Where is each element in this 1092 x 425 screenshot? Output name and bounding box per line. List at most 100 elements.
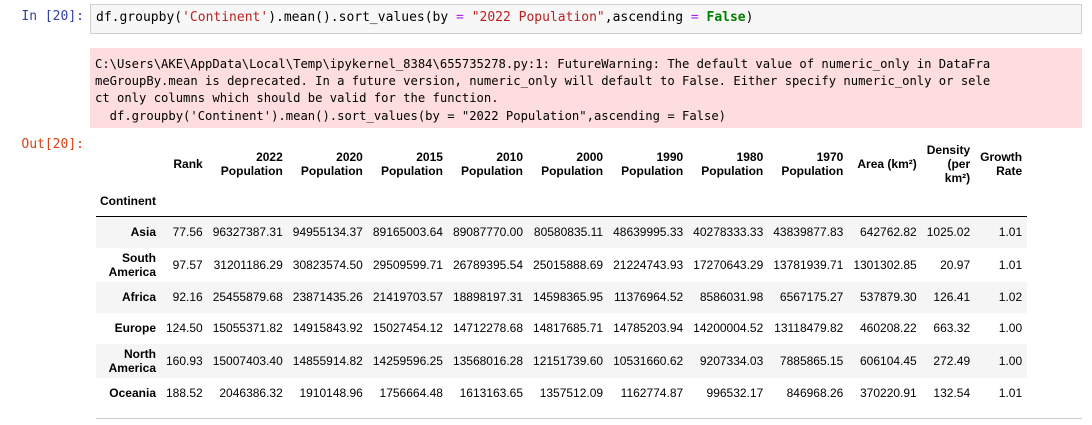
row-index-text: Oceania (109, 386, 156, 400)
table-cell: 370220.91 (860, 386, 917, 400)
table-cell: 13118479.82 (774, 321, 844, 335)
row-index-label: Oceania (96, 378, 161, 409)
table-cell: 1.00 (998, 321, 1023, 335)
table-cell: 7885865.15 (779, 353, 844, 368)
code-token: ) (745, 10, 754, 25)
code-operator: = (690, 10, 699, 25)
table-cell: 25015888.69 (533, 257, 604, 272)
column-header-text: Population (621, 164, 684, 178)
table-cell: 97.57 (172, 257, 203, 272)
row-index-label: South America (96, 248, 161, 282)
table-cell: 15027454.12 (372, 321, 443, 335)
table-cell: 21224743.93 (613, 257, 684, 272)
row-index-text: Asia (130, 225, 156, 240)
warning-line: df.groupby('Continent').mean().sort_valu… (95, 108, 727, 123)
table-cell: 14200004.52 (693, 321, 764, 335)
table-cell: 14855914.82 (292, 353, 363, 368)
table-cell: 1910148.96 (299, 386, 363, 400)
column-header-text: Population (461, 164, 524, 178)
table-row: Africa 92.16 25455879.68 23871435.26 2141970… (96, 281, 1028, 313)
table-cell: 1301302.85 (853, 257, 917, 272)
column-header: Area (km²) (848, 142, 921, 186)
table-cell: 537879.30 (860, 290, 917, 304)
table-cell: 80580835.11 (533, 225, 604, 240)
table-cell: 77.56 (172, 225, 203, 240)
column-header: 1980 Population (688, 142, 768, 186)
column-header: 2015 Population (368, 142, 448, 186)
column-header-text: 2020 (336, 150, 363, 164)
table-cell: 1.01 (998, 257, 1023, 272)
table-cell: 1756664.48 (379, 386, 443, 400)
column-header-text: Population (541, 164, 604, 178)
code-token: ,ascending (604, 10, 691, 25)
table-cell: 29509599.71 (372, 257, 443, 272)
code-token: df.groupby( (96, 10, 183, 25)
code-operator: = (456, 10, 464, 25)
column-header: 2020 Population (288, 142, 368, 186)
column-header-text: Population (300, 164, 363, 178)
column-header-text: 2000 (576, 150, 604, 164)
table-cell: 31201186.29 (213, 257, 283, 272)
code-input-cell[interactable]: df.groupby('Continent').mean().sort_valu… (90, 4, 1082, 34)
table-cell: 14712278.68 (452, 321, 524, 335)
table-cell: 14785203.94 (613, 321, 684, 335)
table-cell: 14598365.95 (533, 290, 604, 304)
column-header-text: Growth (980, 150, 1023, 164)
column-header-text: 2022 (256, 150, 283, 164)
row-index-label: North America (96, 344, 161, 378)
row-index-text: America (108, 264, 156, 279)
table-cell: 18898197.31 (452, 290, 524, 304)
table-cell: 9207334.03 (699, 353, 764, 368)
table-cell: 6567175.27 (779, 290, 844, 304)
column-header-text: Population (701, 164, 764, 178)
table-cell: 17270643.29 (693, 257, 764, 272)
column-header-text: Rank (173, 157, 203, 171)
table-cell: 124.50 (166, 321, 203, 335)
column-header: Rank (161, 142, 208, 186)
table-cell: 1357512.09 (539, 386, 604, 400)
column-header-text: Density (926, 143, 971, 157)
row-index-text: South (122, 250, 156, 265)
stderr-warning-output: C:\Users\AKE\AppData\Local\Temp\ipykerne… (90, 48, 1082, 128)
table-cell: 14915843.92 (292, 321, 363, 335)
table-cell: 43839877.83 (773, 225, 844, 240)
column-header-row: Rank 2022 Population 2020 Population 2015 Popu… (96, 142, 1027, 186)
table-cell: 1.00 (998, 353, 1023, 368)
table-cell: 89087770.00 (452, 225, 524, 240)
table-cell: 25455879.68 (212, 290, 283, 304)
row-index-label: Europe (96, 313, 161, 344)
table-cell: 15007403.40 (212, 353, 283, 368)
table-cell: 1025.02 (926, 225, 971, 240)
table-cell: 1.01 (998, 386, 1023, 400)
table-cell: 8586031.98 (699, 290, 764, 304)
table-cell: 26789395.54 (452, 257, 524, 272)
dataframe-table: Rank 2022 Population 2020 Population 2015 Popu… (96, 142, 1028, 409)
table-cell: 30823574.50 (292, 257, 363, 272)
column-header-text: 1970 (816, 150, 844, 164)
table-cell: 1162774.87 (620, 386, 684, 400)
column-header-text: 1990 (656, 150, 684, 164)
table-cell: 14817685.71 (533, 321, 604, 335)
output-prompt: Out[20]: (21, 137, 84, 152)
column-header-text: Rate (996, 164, 1023, 178)
table-cell: 48639995.33 (613, 225, 684, 240)
table-cell: 132.54 (933, 386, 971, 400)
table-cell: 92.16 (172, 290, 203, 304)
row-index-text: Europe (114, 321, 156, 335)
table-row: Oceania 188.52 2046386.32 1910148.96 1756664… (96, 378, 1027, 409)
table-cell: 1.01 (998, 225, 1023, 240)
table-cell: 23871435.26 (292, 290, 363, 304)
column-header-text: 2010 (496, 150, 524, 164)
column-header: 2010 Population (448, 142, 528, 186)
index-name-row: Continent (96, 186, 1028, 217)
warning-line: ct only columns which should be valid fo… (95, 91, 499, 106)
table-cell: 12151739.60 (533, 353, 604, 368)
table-cell: 96327387.31 (212, 225, 283, 240)
row-index-label: Asia (96, 217, 161, 248)
table-cell: 996532.17 (706, 386, 764, 400)
code-string: "2022 Population" (471, 10, 605, 25)
table-row: Europe 124.50 15055371.82 14915843.92 150274… (96, 313, 1027, 344)
column-header: 2022 Population (208, 142, 288, 186)
